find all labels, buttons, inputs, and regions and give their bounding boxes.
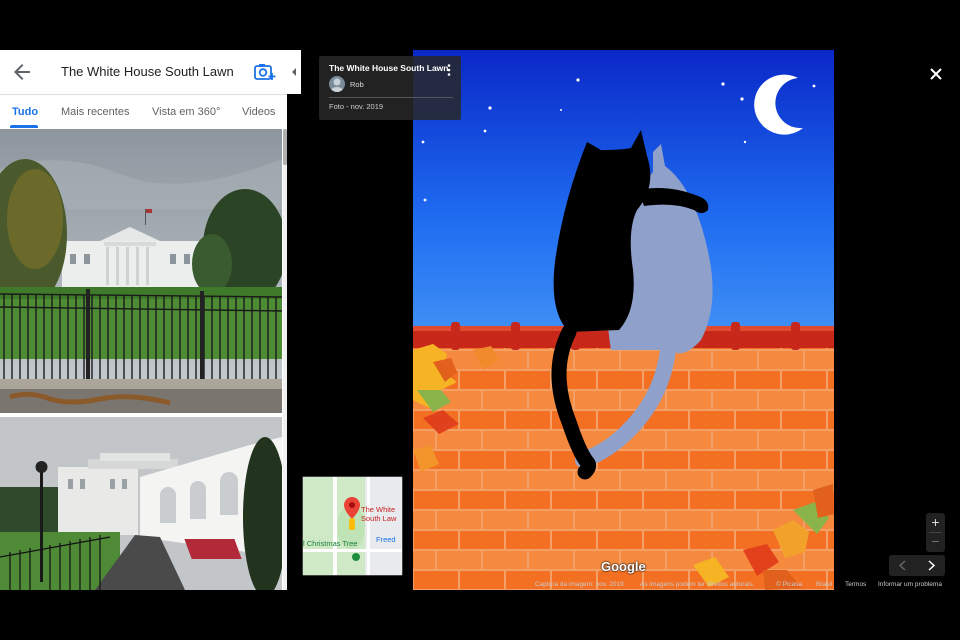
scrollbar-thumb[interactable] [283, 129, 287, 165]
photo-thumbnail-white-house-lawn[interactable] [0, 129, 282, 413]
photo-navigation [889, 555, 945, 576]
picasa-link[interactable]: © Picasa [776, 581, 802, 588]
footer-bar: Captura da imagem: nov. 2019 As imagens … [533, 580, 960, 591]
photo-info-card: The White House South Lawn Rob Foto - no… [319, 56, 461, 120]
mini-map[interactable]: The White South Law l Christmas Tree Fre… [302, 476, 403, 576]
photo-thumbnail-west-wing[interactable] [0, 417, 282, 590]
panel-scrollbar[interactable] [283, 129, 287, 590]
map-pin-icon [344, 497, 360, 530]
map-road-label: Freed [376, 535, 396, 544]
google-logo: Google [601, 559, 646, 574]
photos-panel: The White House South Lawn Tudo Mais rec… [0, 50, 287, 590]
close-icon[interactable] [928, 66, 944, 82]
collapse-panel-button[interactable] [287, 50, 301, 94]
chevron-right-icon[interactable] [917, 555, 945, 576]
map-tree-label: l Christmas Tree [303, 539, 358, 548]
panel-title: The White House South Lawn [61, 64, 234, 79]
map-place-label: The White South Law [361, 505, 397, 523]
tab-recent[interactable]: Mais recentes [61, 106, 129, 118]
panel-header: The White House South Lawn [0, 50, 287, 95]
main-photo-cats-on-wall[interactable] [413, 50, 834, 590]
divider [329, 97, 453, 98]
author-name[interactable]: Rob [350, 80, 364, 89]
more-vert-icon[interactable] [445, 63, 453, 77]
terms-link[interactable]: Termos [845, 581, 866, 588]
zoom-control: + − [926, 513, 945, 552]
country-label: Brasil [816, 581, 833, 588]
tab-all[interactable]: Tudo [12, 106, 38, 118]
tab-videos[interactable]: Videos [242, 106, 275, 118]
chevron-left-icon[interactable] [889, 555, 917, 576]
photo-date: Foto - nov. 2019 [329, 102, 384, 111]
photo-tabs: Tudo Mais recentes Vista em 360° Videos [0, 95, 287, 129]
tab-360[interactable]: Vista em 360° [152, 106, 220, 118]
zoom-out-button[interactable]: − [926, 533, 945, 552]
report-problem-link[interactable]: Informar um problema [878, 581, 942, 588]
back-arrow-icon[interactable] [10, 60, 34, 84]
active-tab-indicator [10, 125, 38, 128]
author-avatar[interactable] [329, 76, 345, 92]
chevron-left-icon [292, 68, 296, 76]
info-card-title[interactable]: The White House South Lawn [329, 63, 448, 73]
zoom-in-button[interactable]: + [926, 513, 945, 532]
add-photo-icon[interactable] [254, 62, 276, 82]
copyright-notice: As imagens podem ter direitos autorais. [640, 581, 755, 588]
capture-date: Captura da imagem: nov. 2019 [535, 581, 624, 588]
